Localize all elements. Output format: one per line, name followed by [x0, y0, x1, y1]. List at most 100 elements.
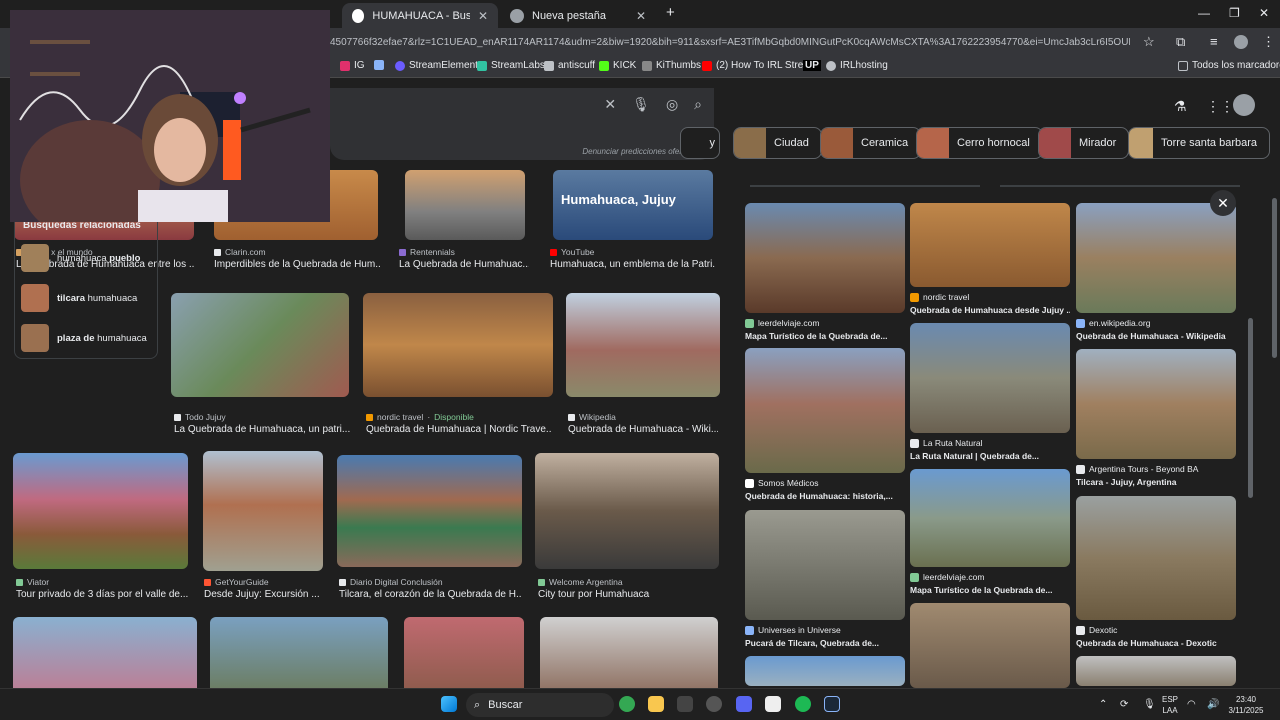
result-image[interactable]	[405, 170, 525, 240]
search-box[interactable]: ✕ 🎙 ◎ ⌕ Denunciar predicciones ofensivas	[330, 88, 714, 160]
bookmark-youtube[interactable]: (2) How To IRL Strea...	[702, 60, 817, 71]
related-item-plaza[interactable]: plaza de humahuaca	[21, 324, 147, 352]
tab-humahuaca[interactable]: HUMAHUACA - Buscar con Go... ✕	[342, 3, 498, 28]
panel-caption[interactable]: Pucará de Tilcara, Quebrada de...	[745, 638, 905, 648]
result-caption[interactable]: Quebrada de Humahuaca | Nordic Trave...	[366, 424, 552, 435]
close-panel-button[interactable]: ✕	[1210, 190, 1236, 216]
tab-new[interactable]: Nueva pestaña ✕	[500, 3, 656, 28]
close-window-icon[interactable]: ✕	[1259, 6, 1269, 20]
minimize-icon[interactable]: —	[1198, 6, 1210, 20]
menu-icon[interactable]: ⋮	[1262, 34, 1275, 50]
result-image[interactable]	[13, 453, 188, 569]
bookmark-all[interactable]: Todos los marcadores	[1178, 60, 1280, 71]
result-image[interactable]	[363, 293, 553, 397]
result-caption[interactable]: Humahuaca, un emblema de la Patri...	[550, 259, 716, 270]
panel-scrollbar[interactable]	[1248, 318, 1253, 498]
result-caption[interactable]: Tilcara, el corazón de la Quebrada de H.…	[339, 589, 522, 600]
url-input[interactable]: 4507766f32efae7&rlz=1C1UEAD_enAR1174AR11…	[330, 33, 1130, 53]
account-avatar[interactable]	[1233, 94, 1255, 116]
panel-image[interactable]	[745, 510, 905, 620]
file-explorer-icon[interactable]	[648, 696, 664, 712]
close-tab-icon[interactable]: ✕	[478, 9, 488, 23]
bookmark-kick[interactable]: KICK	[599, 60, 636, 71]
media-icon[interactable]: ≡	[1210, 34, 1218, 49]
epic-games-icon[interactable]	[677, 696, 693, 712]
panel-image[interactable]	[910, 603, 1070, 688]
result-image[interactable]	[540, 617, 718, 688]
result-caption[interactable]: Desde Jujuy: Excursión ...	[204, 589, 324, 600]
capcut-icon[interactable]	[765, 696, 781, 712]
search-icon[interactable]: ⌕	[694, 96, 702, 113]
result-image[interactable]	[171, 293, 349, 397]
result-image[interactable]	[566, 293, 720, 397]
network-icon[interactable]: ⟳	[1120, 699, 1128, 710]
clock[interactable]: 23:40 3/11/2025	[1226, 694, 1266, 716]
microphone-icon[interactable]: 🎙	[1143, 699, 1156, 710]
panel-caption[interactable]: Tilcara - Jujuy, Argentina	[1076, 477, 1236, 487]
volume-icon[interactable]: 🔊	[1207, 699, 1219, 710]
result-caption[interactable]: City tour por Humahuaca	[538, 589, 718, 600]
result-image[interactable]	[203, 451, 323, 571]
close-tab-icon[interactable]: ✕	[636, 9, 646, 23]
result-image[interactable]	[210, 617, 388, 688]
result-caption[interactable]: Imperdibles de la Quebrada de Hum...	[214, 259, 380, 270]
taskbar-search[interactable]: ⌕ Buscar	[466, 693, 614, 717]
result-image[interactable]: Humahuaca, Jujuy	[553, 170, 713, 240]
panel-image[interactable]	[745, 348, 905, 473]
new-tab-icon[interactable]: +	[666, 4, 675, 21]
panel-image[interactable]	[910, 323, 1070, 433]
apps-grid-icon[interactable]: ⋮⋮	[1206, 98, 1234, 115]
chip-cerro-hornocal[interactable]: Cerro hornocal	[916, 127, 1043, 159]
bookmark-streamelements[interactable]: StreamElements	[395, 60, 483, 71]
panel-caption[interactable]: Mapa Turístico de la Quebrada de...	[745, 331, 905, 341]
scrollbar-thumb[interactable]	[1272, 198, 1277, 358]
steam-icon[interactable]	[824, 696, 840, 712]
bookmark-chart[interactable]	[374, 60, 384, 70]
bookmark-antiscuff[interactable]: antiscuff	[544, 60, 595, 71]
panel-caption[interactable]: Mapa Turístico de la Quebrada de...	[910, 585, 1070, 595]
profile-avatar[interactable]	[1234, 35, 1248, 49]
lens-icon[interactable]: ◎	[666, 96, 678, 113]
bookmark-up[interactable]: UP	[803, 60, 821, 71]
panel-image[interactable]	[1076, 656, 1236, 686]
related-item-tilcara[interactable]: tilcara humahuaca	[21, 284, 137, 312]
panel-caption[interactable]: Quebrada de Humahuaca - Wikipedia	[1076, 331, 1236, 341]
spotify-icon[interactable]	[795, 696, 811, 712]
bookmark-ig[interactable]: IG	[340, 60, 365, 71]
chip-mirador[interactable]: Mirador	[1038, 127, 1130, 159]
related-item-pueblo[interactable]: humahuaca pueblo	[21, 244, 140, 272]
language-indicator[interactable]: ESP LAA	[1162, 694, 1178, 716]
panel-image[interactable]	[1076, 349, 1236, 459]
bookmark-streamlabs[interactable]: StreamLabs	[477, 60, 545, 71]
chrome-icon[interactable]	[619, 696, 635, 712]
panel-image[interactable]	[910, 203, 1070, 287]
result-image[interactable]	[337, 455, 522, 567]
panel-image[interactable]	[1076, 203, 1236, 313]
result-image[interactable]	[13, 617, 197, 688]
panel-caption[interactable]: Quebrada de Humahuaca: historia,...	[745, 491, 905, 501]
chip-y[interactable]: y	[680, 127, 720, 159]
bookmark-irlhosting[interactable]: IRLhosting	[826, 60, 888, 71]
windows-start-icon[interactable]	[441, 696, 457, 712]
result-caption[interactable]: Quebrada de Humahuaca - Wiki...	[568, 424, 718, 435]
panel-image[interactable]	[1076, 496, 1236, 620]
result-image[interactable]	[535, 453, 719, 569]
panel-image[interactable]	[745, 203, 905, 313]
extensions-icon[interactable]: ⧉	[1176, 34, 1185, 50]
page-scrollbar[interactable]	[1270, 78, 1280, 688]
result-caption[interactable]: Tour privado de 3 días por el valle de..…	[16, 589, 191, 600]
bookmark-star-icon[interactable]: ☆	[1143, 34, 1155, 50]
voice-search-icon[interactable]: 🎙	[632, 96, 650, 113]
maximize-icon[interactable]: ❐	[1229, 6, 1240, 20]
panel-image[interactable]	[745, 656, 905, 686]
result-caption[interactable]: La Quebrada de Humahuaca, un patri...	[174, 424, 352, 435]
obs-icon[interactable]	[706, 696, 722, 712]
bookmark-kithumbs[interactable]: KiThumbs	[642, 60, 701, 71]
chip-ceramica[interactable]: Ceramica	[820, 127, 922, 159]
panel-caption[interactable]: La Ruta Natural | Quebrada de...	[910, 451, 1070, 461]
clear-icon[interactable]: ✕	[604, 96, 616, 113]
discord-icon[interactable]	[736, 696, 752, 712]
chip-ciudad[interactable]: Ciudad	[733, 127, 822, 159]
labs-icon[interactable]: ⚗	[1174, 98, 1187, 115]
show-hidden-icons[interactable]: ⌃	[1099, 699, 1107, 710]
